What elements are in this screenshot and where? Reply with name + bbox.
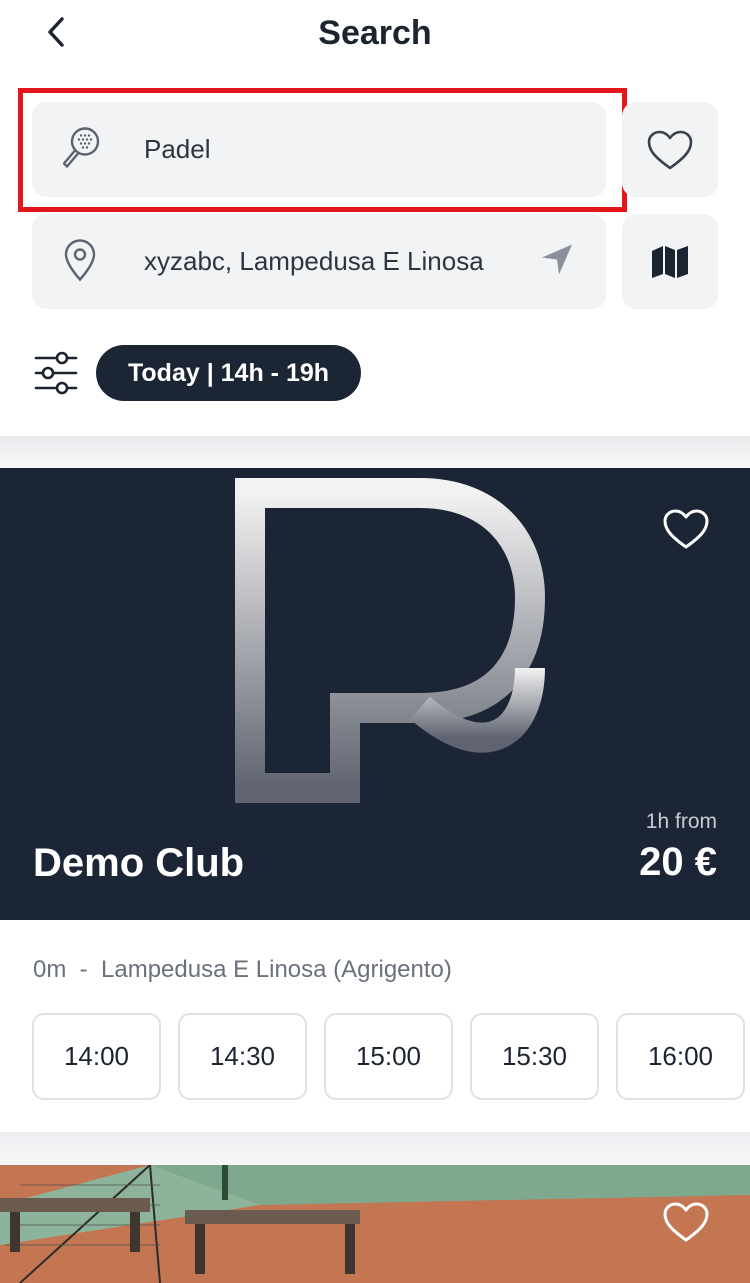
club-card-info: 0m - Lampedusa E Linosa (Agrigento) 14:0… (0, 920, 750, 1132)
club-name: Demo Club (33, 841, 245, 885)
location-value: xyzabc, Lampedusa E Linosa (144, 246, 484, 276)
price-from-label: 1h from (645, 810, 717, 833)
heart-icon (647, 130, 693, 169)
sport-value: Padel (144, 134, 211, 164)
time-slot[interactable]: 14:30 (178, 1013, 307, 1100)
page-title: Search (318, 14, 432, 52)
club-favorite-button[interactable] (662, 1201, 710, 1248)
map-button[interactable] (622, 214, 718, 309)
time-slot[interactable]: 15:00 (324, 1013, 453, 1100)
divider (0, 436, 750, 468)
heart-icon (663, 509, 709, 549)
location-field[interactable]: xyzabc, Lampedusa E Linosa (32, 214, 606, 309)
filters-button[interactable] (34, 350, 78, 396)
club-favorite-button[interactable] (662, 508, 710, 555)
favorites-button[interactable] (622, 102, 718, 197)
club-distance-location: 0m - Lampedusa E Linosa (Agrigento) (33, 956, 452, 983)
sliders-icon (34, 351, 78, 395)
club-card-image[interactable] (0, 1165, 750, 1283)
time-slot[interactable]: 16:00 (616, 1013, 745, 1100)
navigation-arrow-icon[interactable] (540, 242, 574, 281)
time-slot[interactable]: 15:30 (470, 1013, 599, 1100)
header: Search (0, 0, 750, 70)
divider (0, 1132, 750, 1165)
location-pin-icon (56, 235, 104, 288)
date-time-filter-chip[interactable]: Today | 14h - 19h (96, 345, 362, 401)
padel-racket-icon (56, 123, 104, 176)
sport-field[interactable]: Padel (32, 102, 606, 197)
time-slot[interactable]: 14:00 (32, 1013, 161, 1100)
court-photo (0, 1165, 750, 1283)
search-screen: Search Padel xyzabc, Lampedusa E Linosa … (0, 0, 750, 1283)
club-price: 20 € (639, 840, 717, 884)
club-card-image[interactable]: Demo Club 1h from 20 € (0, 468, 750, 920)
heart-icon (663, 1202, 709, 1242)
time-slots: 14:00 14:30 15:00 15:30 16:00 (32, 1013, 745, 1100)
map-icon (652, 245, 688, 278)
